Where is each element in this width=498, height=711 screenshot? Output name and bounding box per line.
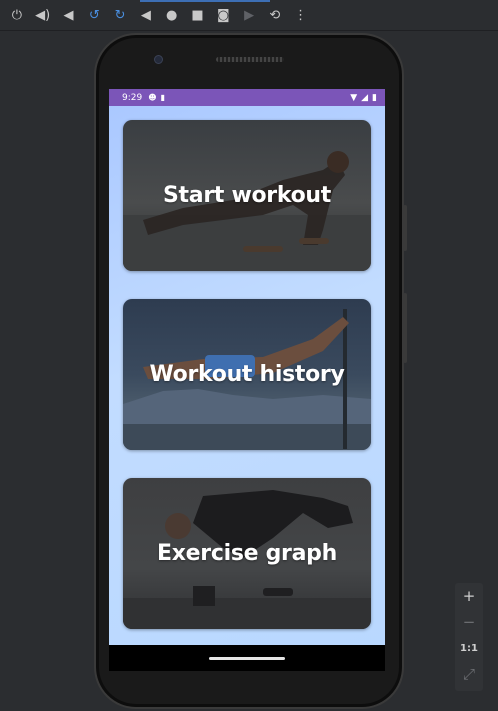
snapshot-icon[interactable]: ⟲ (262, 0, 288, 31)
exercise-graph-label: Exercise graph (157, 541, 337, 566)
signal-icon: ◢ (361, 92, 369, 103)
home-gesture-handle[interactable] (209, 656, 285, 660)
status-bar: 9:29 ☻ ▮ ▼ ◢ ▮ (109, 89, 385, 106)
wifi-icon: ▼ (350, 92, 358, 103)
power-icon[interactable]: ⏻ (4, 0, 30, 31)
workout-history-card[interactable]: Workout history (123, 299, 371, 450)
navigation-bar (109, 645, 385, 671)
status-time: 9:29 (122, 92, 143, 103)
overview-icon[interactable]: ■ (185, 0, 211, 31)
rotate-right-icon[interactable]: ↻ (107, 0, 133, 31)
screenshot-icon[interactable]: ◙ (210, 0, 236, 31)
earpiece-speaker (216, 57, 284, 62)
battery-icon: ▮ (372, 92, 377, 103)
zoom-out-button[interactable]: − (455, 609, 483, 635)
volume-button[interactable] (403, 205, 407, 251)
volume-up-icon[interactable]: ◀) (30, 0, 56, 31)
workout-history-label: Workout history (149, 362, 345, 387)
actual-size-button[interactable]: 1:1 (455, 635, 483, 661)
exercise-graph-card[interactable]: Exercise graph (123, 478, 371, 629)
sd-card-icon: ▮ (160, 93, 165, 102)
emulator-toolbar: ⏻ ◀) ◀ ↺ ↻ ◀ ● ■ ◙ ▶ ⟲ ⋮ (0, 0, 498, 31)
android-icon: ☻ (148, 93, 157, 102)
volume-down-icon[interactable]: ◀ (56, 0, 82, 31)
start-workout-card[interactable]: Start workout (123, 120, 371, 271)
screenrecord-icon[interactable]: ▶ (236, 0, 262, 31)
power-button[interactable] (403, 293, 407, 363)
zoom-controls: + − 1:1 ⤢ (455, 583, 483, 691)
device-screen: 9:29 ☻ ▮ ▼ ◢ ▮ Start workout Workout his… (109, 89, 385, 645)
home-icon[interactable]: ● (159, 0, 185, 31)
zoom-in-button[interactable]: + (455, 583, 483, 609)
device-frame: 9:29 ☻ ▮ ▼ ◢ ▮ Start workout Workout his… (94, 33, 407, 709)
front-camera (154, 55, 163, 64)
rotate-left-icon[interactable]: ↺ (81, 0, 107, 31)
start-workout-label: Start workout (163, 183, 331, 208)
back-icon[interactable]: ◀ (133, 0, 159, 31)
more-icon[interactable]: ⋮ (288, 0, 314, 31)
toolbar-accent-line (140, 0, 270, 2)
fit-screen-icon[interactable]: ⤢ (455, 661, 483, 687)
